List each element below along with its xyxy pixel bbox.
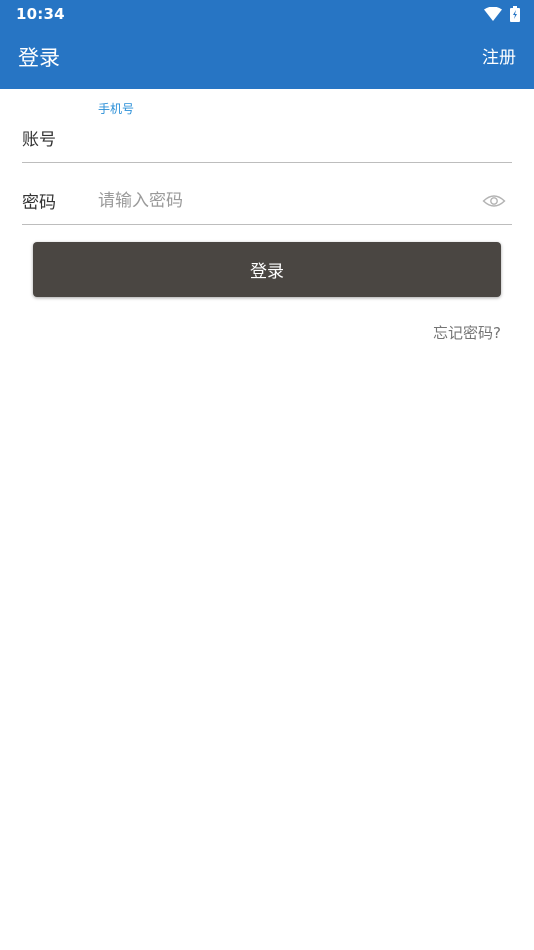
forgot-password-link[interactable]: 忘记密码?	[433, 322, 501, 343]
battery-icon	[510, 6, 520, 22]
app-bar: 10:34 登录 注册	[0, 0, 534, 89]
status-icons	[484, 5, 520, 23]
password-field: 密码	[22, 176, 512, 225]
account-input[interactable]	[98, 123, 498, 151]
account-field: 手机号 账号	[22, 97, 512, 163]
password-label: 密码	[22, 193, 56, 213]
wifi-icon	[484, 7, 502, 21]
login-screen: 10:34 登录 注册 手机号 账号 密码 登录 忘记密码?	[0, 0, 534, 950]
status-time: 10:34	[16, 5, 65, 23]
account-hint: 手机号	[98, 102, 135, 116]
account-label: 账号	[22, 130, 56, 150]
eye-icon[interactable]	[482, 192, 506, 210]
login-button[interactable]: 登录	[33, 242, 501, 297]
register-button[interactable]: 注册	[482, 47, 516, 69]
page-title: 登录	[18, 46, 60, 70]
password-input[interactable]	[98, 188, 468, 214]
